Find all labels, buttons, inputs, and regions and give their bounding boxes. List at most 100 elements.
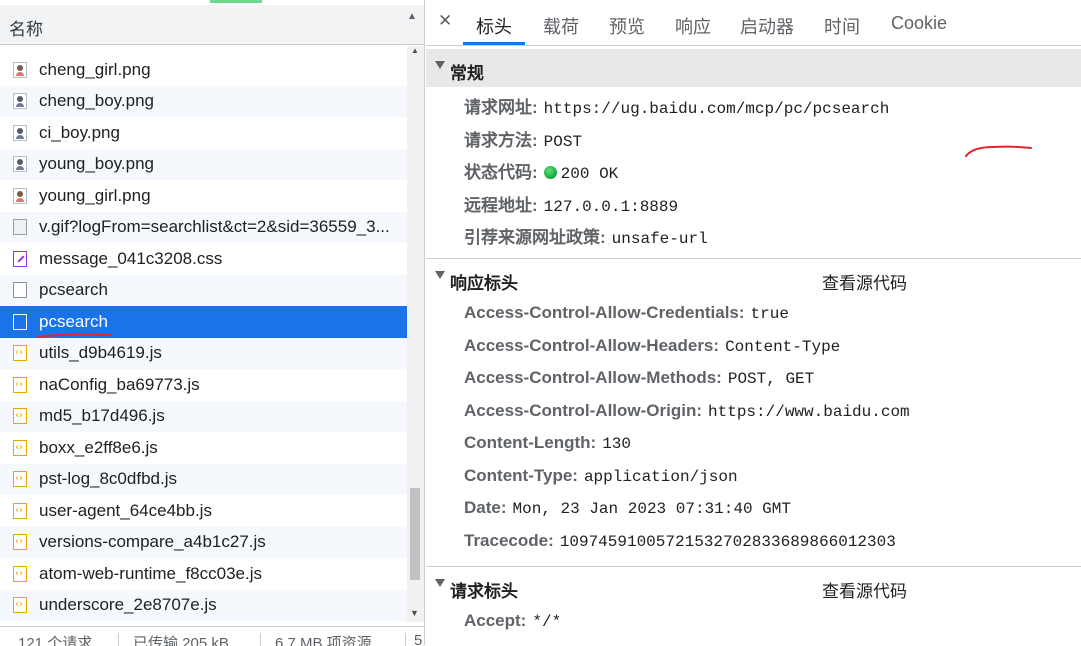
header-key: 远程地址: (464, 196, 538, 215)
divider (118, 633, 119, 646)
css-icon (13, 250, 27, 267)
header-value[interactable]: 130 (602, 435, 631, 453)
header-value[interactable]: Content-Type (725, 338, 840, 356)
transferred-size: 已传输 205 kB (133, 635, 229, 646)
collapse-triangle-icon[interactable] (435, 271, 445, 279)
tab-preview[interactable]: 预览 (609, 13, 645, 39)
request-count: 121 个请求 (18, 635, 93, 646)
list-item[interactable]: pcsearch (0, 274, 407, 306)
response-header-row: Access-Control-Allow-Methods: POST, GET (464, 368, 814, 388)
general-row: 引荐来源网址政策: unsafe-url (464, 223, 708, 248)
response-header-row: Access-Control-Allow-Origin: https://www.… (464, 401, 910, 421)
scrollbar-thumb[interactable] (410, 488, 420, 580)
image-icon (13, 187, 27, 204)
header-key: Access-Control-Allow-Methods: (464, 368, 722, 387)
resources-size: 6.7 MB 项资源 (275, 635, 372, 646)
header-value[interactable]: POST (544, 133, 582, 151)
active-tab-indicator (463, 42, 525, 45)
divider (405, 633, 406, 646)
timeline-mark (210, 0, 262, 3)
file-name: young_girl.png (39, 185, 151, 205)
header-key: Accept: (464, 611, 527, 630)
response-header-row: Access-Control-Allow-Credentials: true (464, 303, 789, 323)
tab-initiator[interactable]: 启动器 (740, 13, 794, 39)
sort-arrow-icon[interactable]: ▲ (407, 11, 417, 22)
collapse-triangle-icon[interactable] (435, 61, 445, 69)
js-icon (13, 471, 27, 488)
header-key: 状态代码: (464, 163, 538, 182)
status-more: 5 (414, 632, 423, 646)
header-key: Date: (464, 498, 507, 517)
image-icon (13, 124, 27, 141)
header-value[interactable]: unsafe-url (612, 230, 708, 248)
file-name: boxx_e2ff8e6.js (39, 437, 158, 457)
header-key: Content-Length: (464, 433, 597, 452)
header-value[interactable]: POST, GET (728, 370, 814, 388)
collapse-triangle-icon[interactable] (435, 579, 445, 587)
header-value[interactable]: https://ug.baidu.com/mcp/pc/pcsearch (544, 100, 890, 118)
list-item[interactable]: utils_d9b4619.js (0, 337, 407, 369)
list-item[interactable]: ci_boy.png (0, 117, 407, 149)
section-response-headers-header[interactable]: 响应标头 查看源代码 (426, 259, 1081, 297)
scrollbar[interactable]: ▲ ▼ (407, 46, 424, 622)
image-icon (13, 156, 27, 173)
list-item[interactable]: boxx_e2ff8e6.js (0, 432, 407, 464)
list-item[interactable]: young_girl.png (0, 180, 407, 212)
js-icon (13, 534, 27, 551)
view-source-link[interactable]: 查看源代码 (822, 577, 907, 602)
js-icon (13, 597, 27, 614)
header-value[interactable]: Mon, 23 Jan 2023 07:31:40 GMT (513, 500, 791, 518)
list-item[interactable]: user-agent_64ce4bb.js (0, 495, 407, 527)
tab-payload[interactable]: 载荷 (543, 13, 579, 39)
file-name: atom-web-runtime_f8cc03e.js (39, 563, 262, 583)
section-general-header[interactable]: 常规 (426, 49, 1081, 87)
js-icon (13, 376, 27, 393)
list-item[interactable]: message_041c3208.css (0, 243, 407, 275)
request-details-panel: ✕ 标头 载荷 预览 响应 启动器 时间 Cookie 常规 请求网址: http… (426, 0, 1081, 645)
tab-headers[interactable]: 标头 (476, 13, 512, 39)
scroll-up-arrow-icon[interactable]: ▲ (411, 46, 419, 55)
file-name: cheng_girl.png (39, 59, 151, 79)
header-key: Access-Control-Allow-Origin: (464, 401, 703, 420)
tab-cookies[interactable]: Cookie (891, 13, 947, 34)
header-value[interactable]: */* (532, 613, 561, 631)
header-key: Access-Control-Allow-Headers: (464, 336, 720, 355)
list-item[interactable]: atom-web-runtime_f8cc03e.js (0, 558, 407, 590)
list-item[interactable]: naConfig_ba69773.js (0, 369, 407, 401)
view-source-link[interactable]: 查看源代码 (822, 269, 907, 294)
section-request-headers-header[interactable]: 请求标头 查看源代码 (426, 567, 1081, 605)
response-header-row: Tracecode: 109745910057215327028336898660… (464, 531, 896, 551)
close-icon[interactable]: ✕ (438, 11, 452, 31)
header-value[interactable]: application/json (584, 468, 738, 486)
name-column-header[interactable]: 名称 ▲ (0, 5, 424, 45)
tab-timing[interactable]: 时间 (824, 13, 860, 39)
document-icon (13, 282, 27, 299)
list-item[interactable]: cheng_girl.png (0, 54, 407, 86)
header-value[interactable]: 127.0.0.1:8889 (544, 198, 678, 216)
header-value[interactable]: 10974591005721532702833689866012303 (560, 533, 896, 551)
section-title: 常规 (450, 64, 484, 83)
header-value[interactable]: true (751, 305, 789, 323)
response-header-row: Content-Type: application/json (464, 466, 738, 486)
file-name: cheng_boy.png (39, 91, 155, 111)
js-icon (13, 439, 27, 456)
header-key: 引荐来源网址政策: (464, 228, 606, 247)
js-icon (13, 345, 27, 362)
list-item[interactable]: underscore_2e8707e.js (0, 589, 407, 621)
file-name: pst-log_8c0dfbd.js (39, 469, 177, 489)
divider (260, 633, 261, 646)
list-item[interactable]: young_boy.png (0, 148, 407, 180)
response-header-row: Date: Mon, 23 Jan 2023 07:31:40 GMT (464, 498, 791, 518)
header-value[interactable]: https://www.baidu.com (708, 403, 910, 421)
header-value[interactable]: 200 OK (561, 165, 619, 183)
list-item[interactable]: v.gif?logFrom=searchlist&ct=2&sid=36559_… (0, 211, 407, 243)
tab-response[interactable]: 响应 (675, 13, 711, 39)
list-item[interactable]: cheng_boy.png (0, 85, 407, 117)
list-item[interactable]: pst-log_8c0dfbd.js (0, 463, 407, 495)
file-name: md5_b17d496.js (39, 406, 165, 426)
file-name: message_041c3208.css (39, 248, 223, 268)
list-item[interactable]: md5_b17d496.js (0, 400, 407, 432)
list-item[interactable]: versions-compare_a4b1c27.js (0, 526, 407, 558)
scroll-down-arrow-icon[interactable]: ▼ (410, 608, 419, 618)
header-key: Content-Type: (464, 466, 578, 485)
